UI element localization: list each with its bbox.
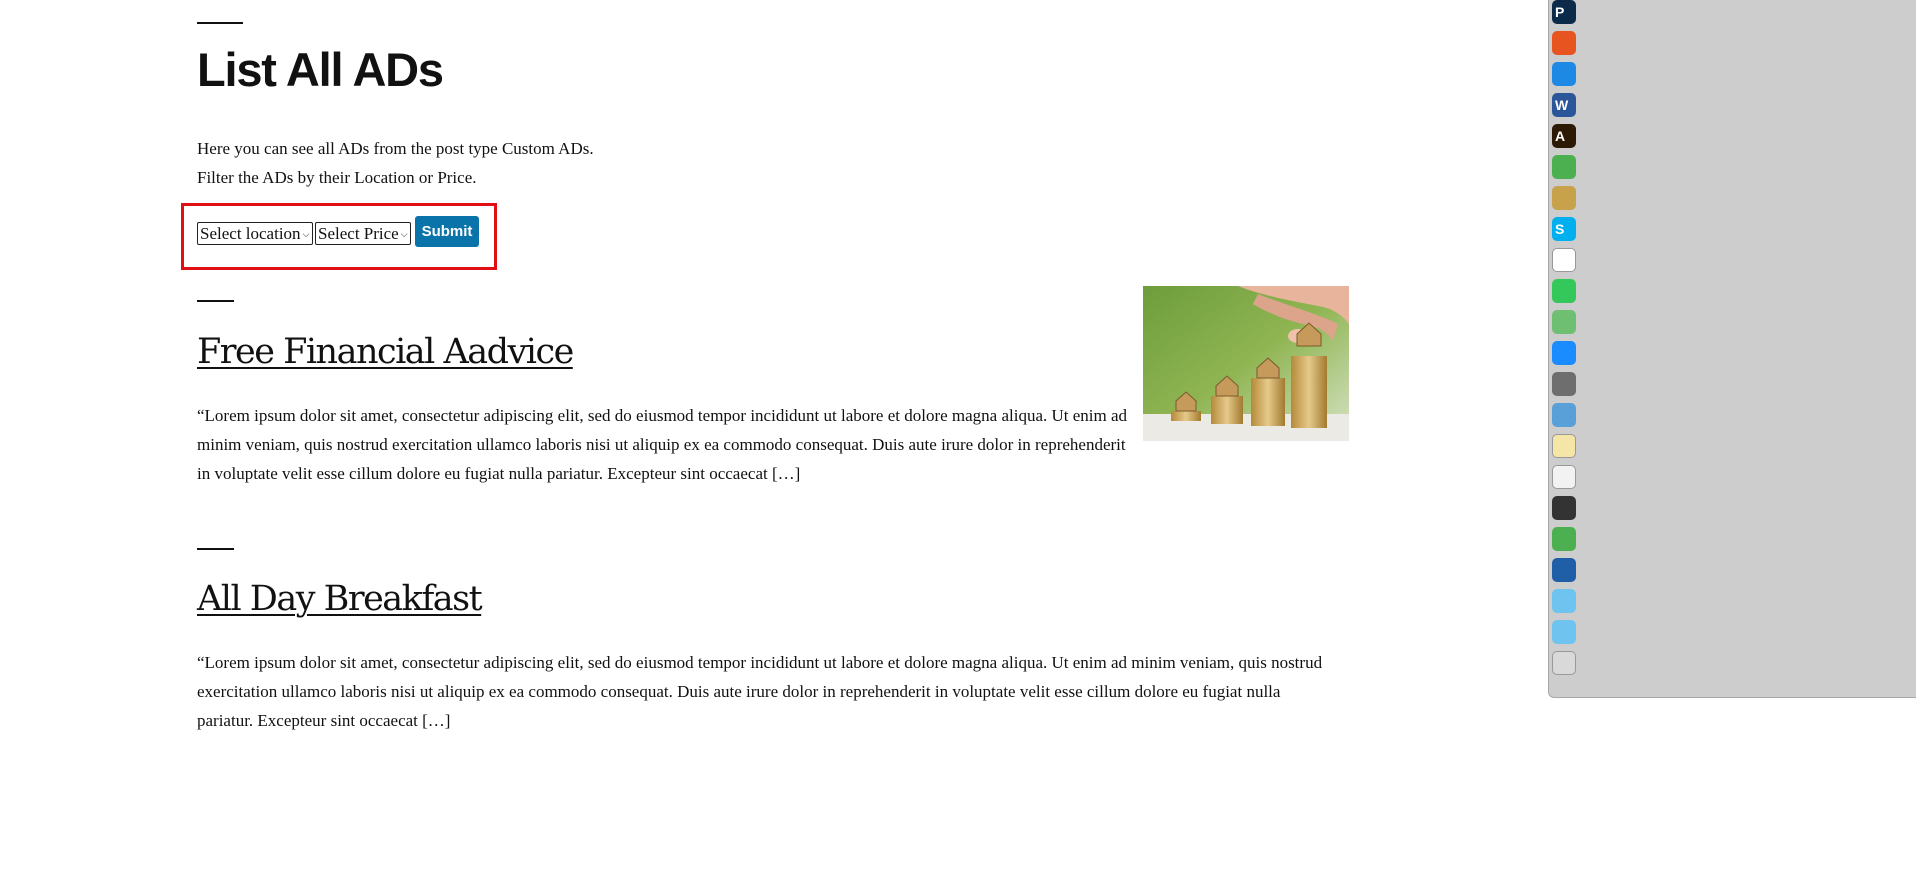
podcasts-icon[interactable]: [1552, 496, 1576, 520]
location-select-value: Select location: [200, 224, 301, 243]
preview-icon[interactable]: [1552, 403, 1576, 427]
firefox-icon[interactable]: [1552, 31, 1576, 55]
post-title-link[interactable]: Free Financial Aadvice: [197, 332, 574, 372]
coins-app-icon[interactable]: [1552, 186, 1576, 210]
safari-icon[interactable]: [1552, 62, 1576, 86]
thunderbird-icon[interactable]: [1552, 558, 1576, 582]
dock: [1548, 0, 1916, 698]
maps-icon[interactable]: [1552, 310, 1576, 334]
app-store-icon[interactable]: [1552, 341, 1576, 365]
price-select[interactable]: Select Price ⌵: [315, 222, 411, 245]
page-title: List All ADs: [197, 43, 444, 96]
slack-icon[interactable]: [1552, 248, 1576, 272]
skype-icon[interactable]: S: [1552, 217, 1576, 241]
leaf-app-2-icon[interactable]: [1552, 527, 1576, 551]
post-title: All Day Breakfast: [197, 577, 483, 621]
chevron-down-icon: ⌵: [400, 230, 408, 240]
coins-houses-photo: [1143, 286, 1349, 441]
submit-button[interactable]: Submit: [415, 216, 479, 247]
post-separator: [197, 300, 234, 302]
messages-icon[interactable]: [1552, 279, 1576, 303]
folder-downloads-icon[interactable]: [1552, 620, 1576, 644]
post-title-link[interactable]: All Day Breakfast: [197, 579, 483, 619]
post-separator: [197, 548, 234, 550]
photoshop-icon[interactable]: P: [1552, 0, 1576, 24]
title-separator: [197, 22, 243, 24]
document-icon[interactable]: [1552, 465, 1576, 489]
post-thumbnail-image[interactable]: [1143, 286, 1349, 441]
location-select[interactable]: Select location ⌵: [197, 222, 313, 245]
leaf-app-icon[interactable]: [1552, 155, 1576, 179]
price-select-value: Select Price: [318, 224, 399, 243]
illustrator-icon[interactable]: A: [1552, 124, 1576, 148]
post-excerpt: “Lorem ipsum dolor sit amet, consectetur…: [197, 653, 1323, 730]
folder-applications-icon[interactable]: [1552, 589, 1576, 613]
post-excerpt: “Lorem ipsum dolor sit amet, consectetur…: [197, 406, 1128, 483]
notes-icon[interactable]: [1552, 434, 1576, 458]
intro-text-line-1: Here you can see all ADs from the post t…: [197, 139, 594, 158]
trash-icon[interactable]: [1552, 651, 1576, 675]
intro-text-line-2: Filter the ADs by their Location or Pric…: [197, 168, 477, 187]
chevron-down-icon: ⌵: [302, 230, 310, 240]
system-preferences-icon[interactable]: [1552, 372, 1576, 396]
word-icon[interactable]: W: [1552, 93, 1576, 117]
post-title: Free Financial Aadvice: [197, 330, 574, 374]
